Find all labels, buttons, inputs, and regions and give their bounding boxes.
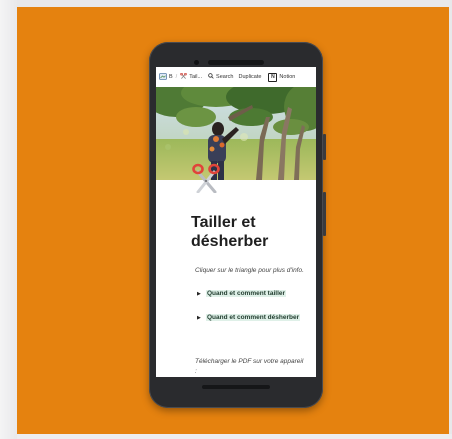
- phone-mockup: B / Tail... Search Duplicate N Notion Ta…: [149, 42, 326, 408]
- notion-topbar: B / Tail... Search Duplicate N Notion: [156, 67, 316, 87]
- toggle-triangle-icon[interactable]: ▶: [197, 313, 206, 323]
- page-background-left: [0, 0, 17, 439]
- page-background-bottom: [17, 434, 452, 439]
- search-icon: [208, 73, 214, 81]
- toggle-block-tailler[interactable]: ▶ Quand et comment tailler: [197, 289, 307, 299]
- notion-button[interactable]: N Notion: [268, 72, 296, 82]
- search-label: Search: [216, 74, 234, 80]
- phone-screen: B / Tail... Search Duplicate N Notion Ta…: [156, 67, 316, 377]
- download-text: Télécharger le PDF sur votre appareil :: [195, 358, 304, 375]
- toggle-triangle-icon[interactable]: ▶: [197, 289, 206, 299]
- breadcrumb-label: Tail...: [189, 74, 203, 80]
- phone-camera: [194, 60, 199, 65]
- scissors-icon: [192, 163, 222, 194]
- toggle-label: Quand et comment tailler: [206, 290, 287, 297]
- breadcrumb-separator: /: [175, 74, 178, 80]
- breadcrumb-item-current[interactable]: Tail...: [180, 72, 203, 82]
- breadcrumb-label: B: [169, 74, 173, 80]
- breadcrumb-item-parent[interactable]: B: [159, 72, 173, 82]
- instruction-text: Cliquer sur le triangle pour plus d'info…: [195, 267, 304, 274]
- phone-side-button: [323, 134, 326, 160]
- phone-home-bar: [202, 385, 270, 389]
- cover-image: [156, 87, 316, 180]
- phone-volume-button: [323, 192, 326, 236]
- search-button[interactable]: Search: [208, 73, 233, 81]
- page-icon-small: [159, 72, 167, 82]
- phone-speaker: [208, 60, 264, 65]
- duplicate-button[interactable]: Duplicate: [238, 74, 261, 80]
- scissors-icon: [180, 72, 187, 82]
- notion-logo-icon: N: [268, 72, 278, 82]
- toggle-label: Quand et comment désherber: [206, 314, 301, 321]
- notion-label: Notion: [279, 74, 296, 80]
- page-title: Tailler et désherber: [191, 214, 269, 250]
- toggle-block-desherber[interactable]: ▶ Quand et comment désherber: [197, 313, 307, 323]
